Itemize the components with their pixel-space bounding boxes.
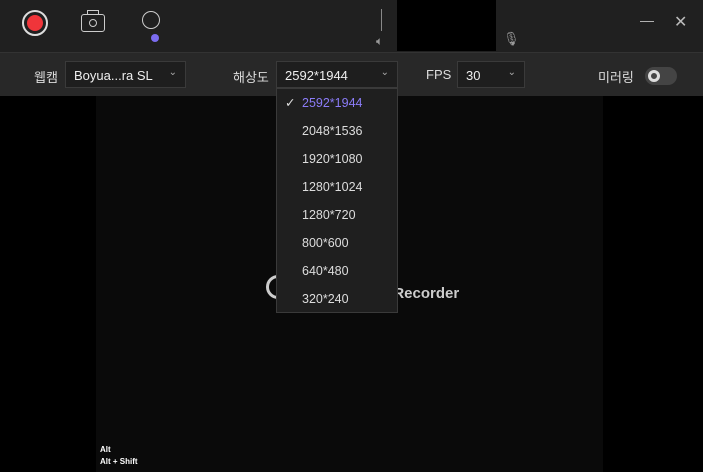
minimize-icon[interactable]: — <box>640 12 654 28</box>
mirror-toggle[interactable] <box>645 67 677 85</box>
close-icon[interactable]: ✕ <box>674 12 687 32</box>
hotkey-alt-shift: Alt + Shift <box>100 457 138 466</box>
speaker-volume-bar[interactable] <box>381 9 382 31</box>
resolution-label: 해상도 <box>233 70 269 85</box>
record-button[interactable] <box>22 10 48 36</box>
fps-select[interactable]: 30 ⌄ <box>457 61 525 88</box>
webcam-select[interactable]: Boyua...ra SL ⌄ <box>65 61 186 88</box>
option-label: 2048*1536 <box>302 124 363 138</box>
option-label: 1280*720 <box>302 208 356 222</box>
fps-label: FPS <box>426 67 452 82</box>
resolution-option[interactable]: 2048*1536 <box>277 117 397 145</box>
resolution-option[interactable]: ✓ 2592*1944 <box>277 89 397 117</box>
chevron-down-icon: ⌄ <box>507 67 516 78</box>
microphone-icon[interactable]: 🎙︎ <box>503 31 520 47</box>
title-bar: 🔈︎ 🎙︎ — ✕ <box>0 0 703 52</box>
resolution-option[interactable]: 640*480 <box>277 257 397 285</box>
hotkey-alt: Alt <box>100 445 111 454</box>
webcam-icon[interactable] <box>142 11 160 42</box>
chevron-down-icon: ⌄ <box>380 67 389 78</box>
resolution-option[interactable]: 800*600 <box>277 229 397 257</box>
resolution-select[interactable]: 2592*1944 ⌄ <box>276 61 398 88</box>
resolution-option[interactable]: 1920*1080 <box>277 145 397 173</box>
option-label: 800*600 <box>302 236 349 250</box>
option-label: 320*240 <box>302 292 349 306</box>
option-label: 2592*1944 <box>302 96 363 110</box>
check-icon: ✓ <box>285 96 296 110</box>
mirror-label: 미러링 <box>598 70 634 85</box>
preview-thumbnail <box>397 0 496 51</box>
speaker-icon[interactable]: 🔈︎ <box>376 34 383 49</box>
screenshot-camera-icon[interactable] <box>81 10 105 32</box>
resolution-option[interactable]: 320*240 <box>277 285 397 313</box>
resolution-value: 2592*1944 <box>285 68 348 83</box>
resolution-option[interactable]: 1280*720 <box>277 201 397 229</box>
fps-value: 30 <box>466 68 481 83</box>
option-label: 1920*1080 <box>302 152 363 166</box>
resolution-option[interactable]: 1280*1024 <box>277 173 397 201</box>
option-label: 640*480 <box>302 264 349 278</box>
webcam-value: Boyua...ra SL <box>74 68 153 83</box>
option-label: 1280*1024 <box>302 180 363 194</box>
resolution-dropdown-menu: ✓ 2592*1944 2048*1536 1920*1080 1280*1024 128… <box>276 88 398 313</box>
chevron-down-icon: ⌄ <box>168 67 177 78</box>
webcam-label: 웹캠 <box>34 70 58 85</box>
